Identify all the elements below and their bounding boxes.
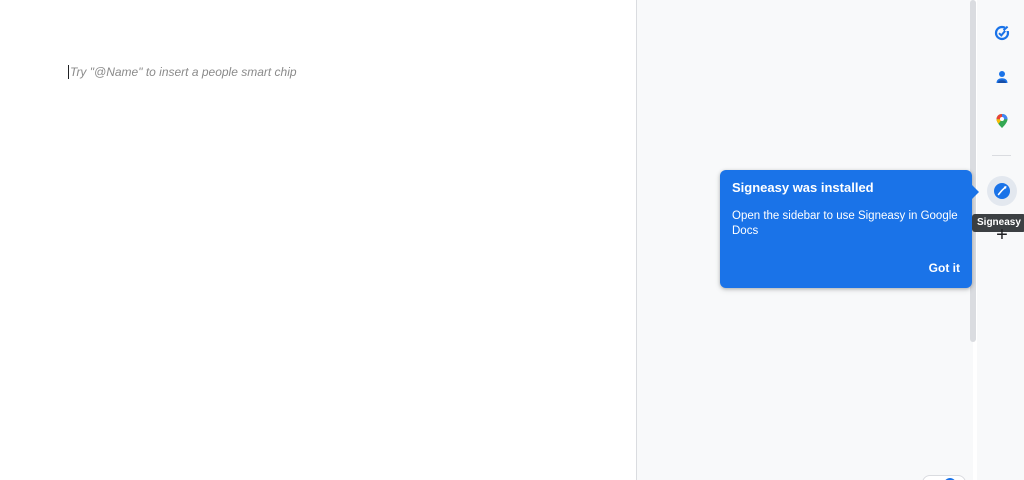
got-it-button[interactable]: Got it bbox=[929, 261, 960, 275]
signeasy-button[interactable] bbox=[987, 176, 1017, 206]
install-notification-popup: Signeasy was installed Open the sidebar … bbox=[720, 170, 972, 288]
contacts-button[interactable] bbox=[988, 63, 1016, 91]
plus-icon[interactable]: + bbox=[994, 225, 1010, 245]
explore-toggle[interactable] bbox=[922, 475, 966, 480]
popup-pointer bbox=[971, 184, 979, 200]
tasks-icon bbox=[994, 25, 1010, 41]
signeasy-icon bbox=[994, 183, 1010, 199]
vertical-scrollbar[interactable] bbox=[970, 0, 976, 342]
side-panel-divider bbox=[992, 155, 1011, 156]
contacts-icon bbox=[996, 71, 1008, 83]
document-placeholder: Try "@Name" to insert a people smart chi… bbox=[68, 65, 297, 79]
maps-icon bbox=[996, 114, 1008, 128]
google-docs-window: Try "@Name" to insert a people smart chi… bbox=[0, 0, 1024, 480]
popup-title: Signeasy was installed bbox=[732, 180, 874, 195]
placeholder-text: Try "@Name" to insert a people smart chi… bbox=[70, 65, 297, 79]
document-page[interactable]: Try "@Name" to insert a people smart chi… bbox=[0, 0, 636, 480]
popup-body: Open the sidebar to use Signeasy in Goog… bbox=[732, 210, 958, 237]
maps-button[interactable] bbox=[988, 107, 1016, 135]
text-cursor bbox=[68, 65, 69, 79]
tasks-button[interactable] bbox=[988, 19, 1016, 47]
